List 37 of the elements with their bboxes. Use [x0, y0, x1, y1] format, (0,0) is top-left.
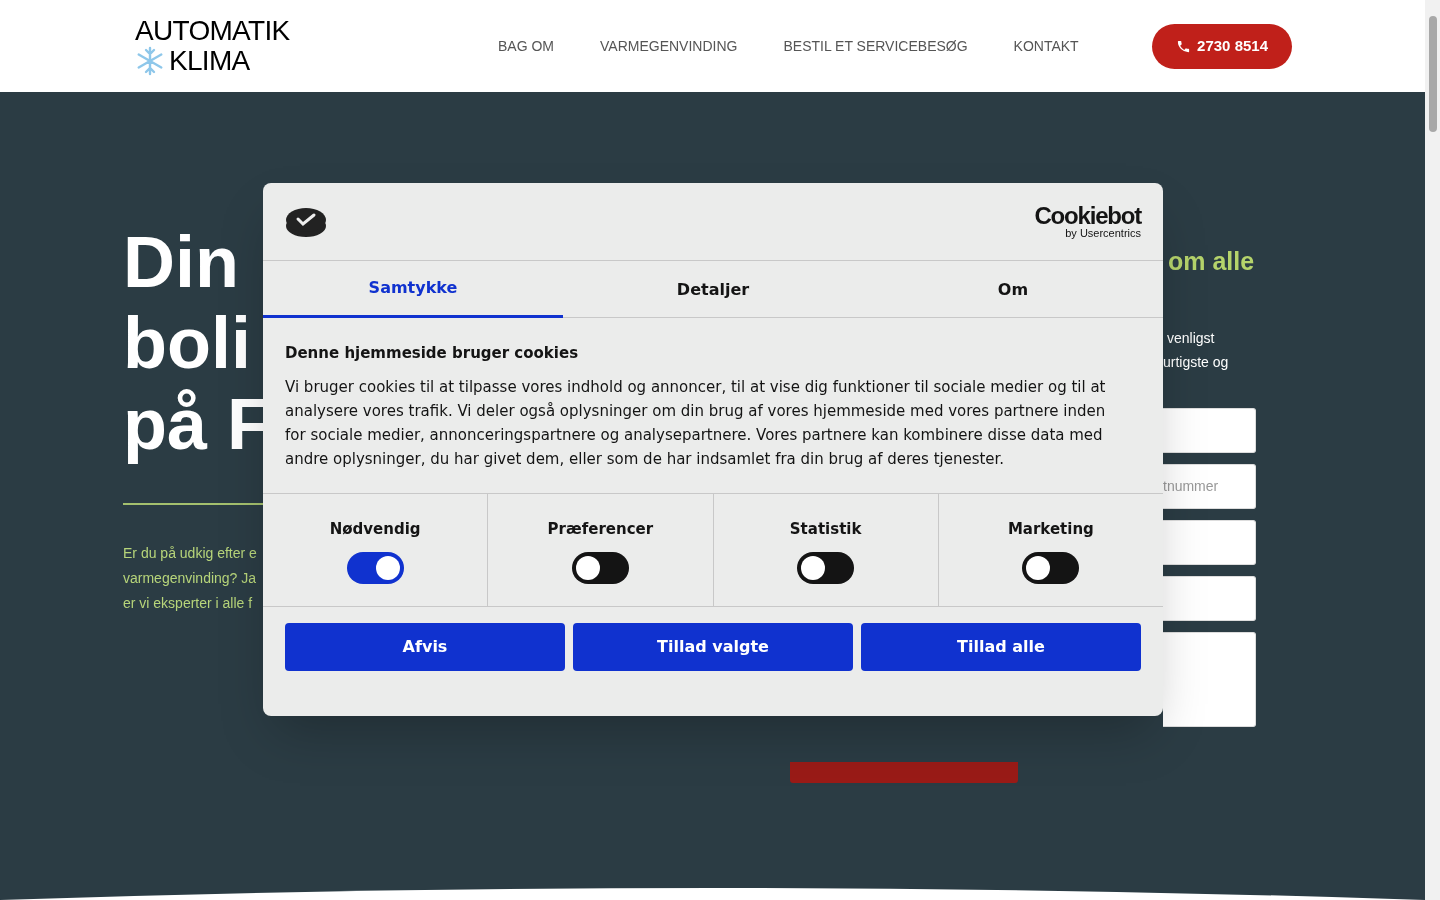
- toggle-switch[interactable]: [346, 552, 404, 584]
- toggle-switch[interactable]: [571, 552, 629, 584]
- logo-text[interactable]: AUTOMATIK: [135, 16, 435, 45]
- category-label: Præferencer: [547, 518, 654, 540]
- input-field[interactable]: [1163, 632, 1256, 727]
- input-field[interactable]: [1163, 408, 1256, 453]
- toggle-switch[interactable]: [797, 552, 855, 584]
- contact-heading: om alle: [1168, 246, 1256, 277]
- phone-icon: [1176, 38, 1192, 54]
- toggle-switch[interactable]: [1022, 552, 1080, 584]
- contact-text: venligst: [1167, 329, 1216, 348]
- consent-button[interactable]: Tillad valgte: [573, 622, 853, 671]
- input-field[interactable]: [1163, 520, 1256, 565]
- nav-link[interactable]: BESTIL ET SERVICEBESØG: [783, 35, 968, 57]
- nav-link[interactable]: KONTAKT: [1013, 35, 1079, 57]
- cookie-check-icon: [285, 205, 327, 238]
- dialog-tab[interactable]: Detaljer: [563, 261, 863, 318]
- dialog-title: Denne hjemmeside bruger cookies: [285, 343, 580, 364]
- category-label: Nødvendig: [329, 518, 421, 540]
- category-label: Statistik: [789, 518, 862, 540]
- category-label: Marketing: [1007, 518, 1094, 540]
- hero-intro: Er du på udkig efter e varmegenvinding? Ja er vi eksperter i alle f: [123, 544, 258, 613]
- input-field[interactable]: [1163, 576, 1256, 621]
- nav-link[interactable]: BAG OM: [498, 35, 554, 57]
- phone-button[interactable]: 2730 8514: [1152, 23, 1292, 69]
- nav-link[interactable]: VARMEGENVINDING: [600, 35, 738, 57]
- logo-subtitle: by Usercentrics: [1065, 228, 1141, 239]
- logo-text[interactable]: KLIMA: [169, 46, 250, 75]
- cookiebot-logo: Cookiebot: [1034, 204, 1141, 228]
- scrollbar[interactable]: [1425, 0, 1440, 900]
- dialog-body: Vi bruger cookies til at tilpasse vores indhold og annoncer, til at vise dig funktioner til sociale medier og til at analysere vores trafik. Vi deler også oplysninger om din brug af vores hjemmeside med vores partnere inden for sociale medier, annonceringspartnere og analysepartnere. Vores partnere kan kombinere disse data med andre oplysninger, du har givet dem, eller som de har indsamlet fra din brug af deres tjenester.: [285, 376, 1107, 470]
- contact-text: urtigste og: [1163, 353, 1230, 372]
- dialog-tab[interactable]: Om: [863, 261, 1163, 318]
- consent-button[interactable]: Tillad alle: [861, 622, 1141, 671]
- snowflake-icon: [135, 45, 165, 76]
- consent-button[interactable]: Afvis: [285, 622, 565, 671]
- dialog-tab[interactable]: Samtykke: [263, 261, 563, 318]
